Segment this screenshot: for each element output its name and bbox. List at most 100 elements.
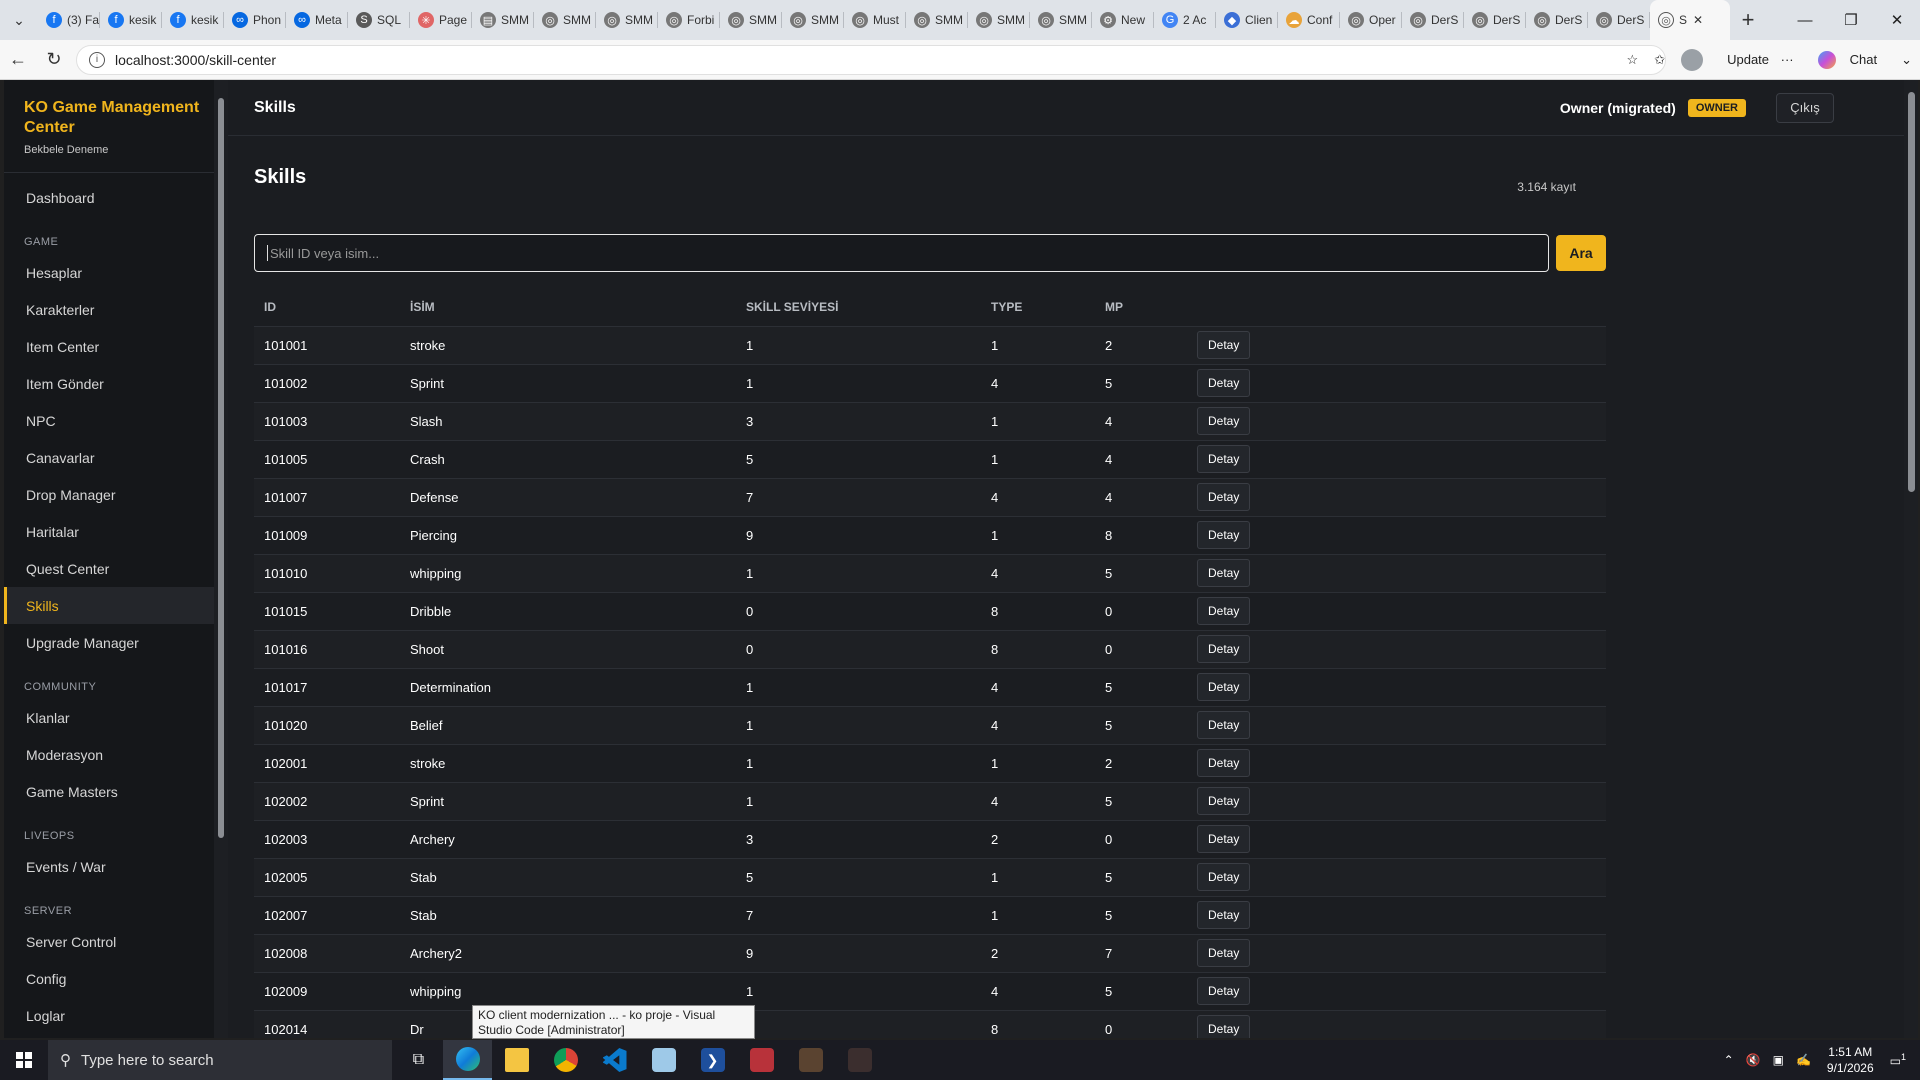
minimize-icon[interactable]: — — [1782, 0, 1828, 40]
sidebar-item-drop-manager[interactable]: Drop Manager — [4, 476, 228, 513]
sidebar-item-moderasyon[interactable]: Moderasyon — [4, 736, 228, 773]
browser-tab[interactable]: ◎ SMM — [906, 0, 968, 40]
archive-icon[interactable] — [737, 1040, 786, 1080]
browser-tab[interactable]: ◎ Forbi — [658, 0, 720, 40]
back-arrow-icon[interactable]: ← — [0, 42, 36, 78]
sidebar-item-config[interactable]: Config — [4, 960, 228, 997]
detail-button[interactable]: Detay — [1197, 445, 1251, 473]
clock[interactable]: 1:51 AM 9/1/2026 — [1827, 1044, 1874, 1076]
detail-button[interactable]: Detay — [1197, 331, 1251, 359]
sidebar-item-game-masters[interactable]: Game Masters — [4, 773, 228, 810]
browser-tab[interactable]: ◆ Clien — [1216, 0, 1278, 40]
search-input[interactable]: Skill ID veya isim... — [254, 234, 1550, 272]
browser-tab[interactable]: ☁ Conf — [1278, 0, 1340, 40]
browser-tab[interactable]: ◎ SMM — [968, 0, 1030, 40]
detail-button[interactable]: Detay — [1197, 863, 1251, 891]
bookmark-star-icon[interactable]: ☆ — [1627, 52, 1639, 68]
detail-button[interactable]: Detay — [1197, 369, 1251, 397]
favorites-icon[interactable]: ✩ — [1654, 52, 1665, 68]
sidebar-item-hesaplar[interactable]: Hesaplar — [4, 254, 228, 291]
sidebar-item-canavarlar[interactable]: Canavarlar — [4, 439, 228, 476]
browser-tab[interactable]: ◎ DerS — [1588, 0, 1650, 40]
browser-tab[interactable]: ✳ Page — [410, 0, 472, 40]
browser-tab[interactable]: ◎ SMM — [596, 0, 658, 40]
detail-button[interactable]: Detay — [1197, 559, 1251, 587]
task-view-icon[interactable]: ⧉ — [394, 1040, 443, 1080]
close-tab-icon[interactable]: ✕ — [1693, 13, 1703, 27]
sidebar-item-item-center[interactable]: Item Center — [4, 328, 228, 365]
new-tab-button[interactable]: + — [1730, 7, 1766, 33]
browser-tab[interactable]: S SQL — [348, 0, 410, 40]
game-icon[interactable] — [786, 1040, 835, 1080]
detail-button[interactable]: Detay — [1197, 1015, 1251, 1038]
browser-tab[interactable]: G 2 Ac — [1154, 0, 1216, 40]
sidebar-item-karakterler[interactable]: Karakterler — [4, 291, 228, 328]
browser-tab[interactable]: ⚙ New — [1092, 0, 1154, 40]
detail-button[interactable]: Detay — [1197, 939, 1251, 967]
sidebar-item-events-war[interactable]: Events / War — [4, 848, 228, 885]
close-window-icon[interactable]: ✕ — [1874, 0, 1920, 40]
notification-icon[interactable]: ▭1 — [1890, 1052, 1906, 1068]
tab-list-chevron-icon[interactable]: ⌄ — [0, 0, 38, 40]
reload-icon[interactable]: ↻ — [36, 42, 72, 78]
sidebar-item-loglar[interactable]: Loglar — [4, 997, 228, 1034]
detail-button[interactable]: Detay — [1197, 407, 1251, 435]
restore-icon[interactable]: ❐ — [1828, 0, 1874, 40]
detail-button[interactable]: Detay — [1197, 673, 1251, 701]
detail-button[interactable]: Detay — [1197, 483, 1251, 511]
browser-tab[interactable]: ◎ Must — [844, 0, 906, 40]
detail-button[interactable]: Detay — [1197, 901, 1251, 929]
browser-tab[interactable]: ∞ Phon — [224, 0, 286, 40]
detail-button[interactable]: Detay — [1197, 825, 1251, 853]
profile-avatar[interactable] — [1681, 48, 1704, 71]
browser-tab[interactable]: f kesik — [162, 0, 224, 40]
tab-active[interactable]: ◎ S ✕ — [1650, 0, 1730, 40]
detail-button[interactable]: Detay — [1197, 787, 1251, 815]
site-info-icon[interactable]: i — [89, 51, 105, 68]
browser-tab[interactable]: ◎ Oper — [1340, 0, 1402, 40]
browser-tab[interactable]: f (3) Fa — [38, 0, 100, 40]
browser-tab[interactable]: ∞ Meta — [286, 0, 348, 40]
detail-button[interactable]: Detay — [1197, 749, 1251, 777]
sidebar-item-upgrade-manager[interactable]: Upgrade Manager — [4, 624, 228, 661]
update-button[interactable]: Update ··· — [1719, 52, 1794, 67]
sidebar-scrollbar[interactable] — [214, 80, 228, 1038]
browser-tab[interactable]: f kesik — [100, 0, 162, 40]
search-button[interactable]: Ara — [1556, 235, 1606, 271]
game-client-icon[interactable] — [835, 1040, 884, 1080]
taskbar-search[interactable]: ⚲ Type here to search — [48, 1040, 392, 1080]
chevron-down-icon[interactable]: ⌄ — [1901, 52, 1912, 68]
file-explorer-icon[interactable] — [492, 1040, 541, 1080]
browser-tab[interactable]: ▤ SMM — [472, 0, 534, 40]
powershell-icon[interactable]: ❯ — [688, 1040, 737, 1080]
pen-icon[interactable]: ✍ — [1796, 1053, 1811, 1067]
vscode-icon[interactable] — [590, 1040, 639, 1080]
sidebar-item-item-g-nder[interactable]: Item Gönder — [4, 365, 228, 402]
browser-tab[interactable]: ◎ DerS — [1464, 0, 1526, 40]
browser-tab[interactable]: ◎ SMM — [782, 0, 844, 40]
browser-tab[interactable]: ◎ SMM — [720, 0, 782, 40]
logout-button[interactable]: Çıkış — [1776, 92, 1834, 123]
sidebar-item-backup[interactable]: Backup — [4, 1034, 228, 1038]
page-scroll-thumb[interactable] — [1908, 92, 1915, 492]
sidebar-scroll-thumb[interactable] — [218, 98, 224, 838]
detail-button[interactable]: Detay — [1197, 711, 1251, 739]
chrome-icon[interactable] — [541, 1040, 590, 1080]
sidebar-item-klanlar[interactable]: Klanlar — [4, 699, 228, 736]
sidebar-item-dashboard[interactable]: Dashboard — [4, 179, 228, 216]
sidebar-item-npc[interactable]: NPC — [4, 402, 228, 439]
volume-muted-icon[interactable]: 🔇 — [1746, 1053, 1761, 1067]
sidebar-item-haritalar[interactable]: Haritalar — [4, 513, 228, 550]
sidebar-item-quest-center[interactable]: Quest Center — [4, 550, 228, 587]
edge-icon[interactable] — [443, 1040, 492, 1080]
app-icon[interactable] — [639, 1040, 688, 1080]
detail-button[interactable]: Detay — [1197, 977, 1251, 1005]
start-button[interactable] — [0, 1040, 48, 1080]
detail-button[interactable]: Detay — [1197, 521, 1251, 549]
page-scrollbar[interactable] — [1904, 80, 1918, 1038]
sidebar-item-server-control[interactable]: Server Control — [4, 923, 228, 960]
browser-tab[interactable]: ◎ DerS — [1402, 0, 1464, 40]
chevron-up-icon[interactable]: ⌃ — [1724, 1053, 1734, 1067]
browser-tab[interactable]: ◎ SMM — [1030, 0, 1092, 40]
detail-button[interactable]: Detay — [1197, 597, 1251, 625]
